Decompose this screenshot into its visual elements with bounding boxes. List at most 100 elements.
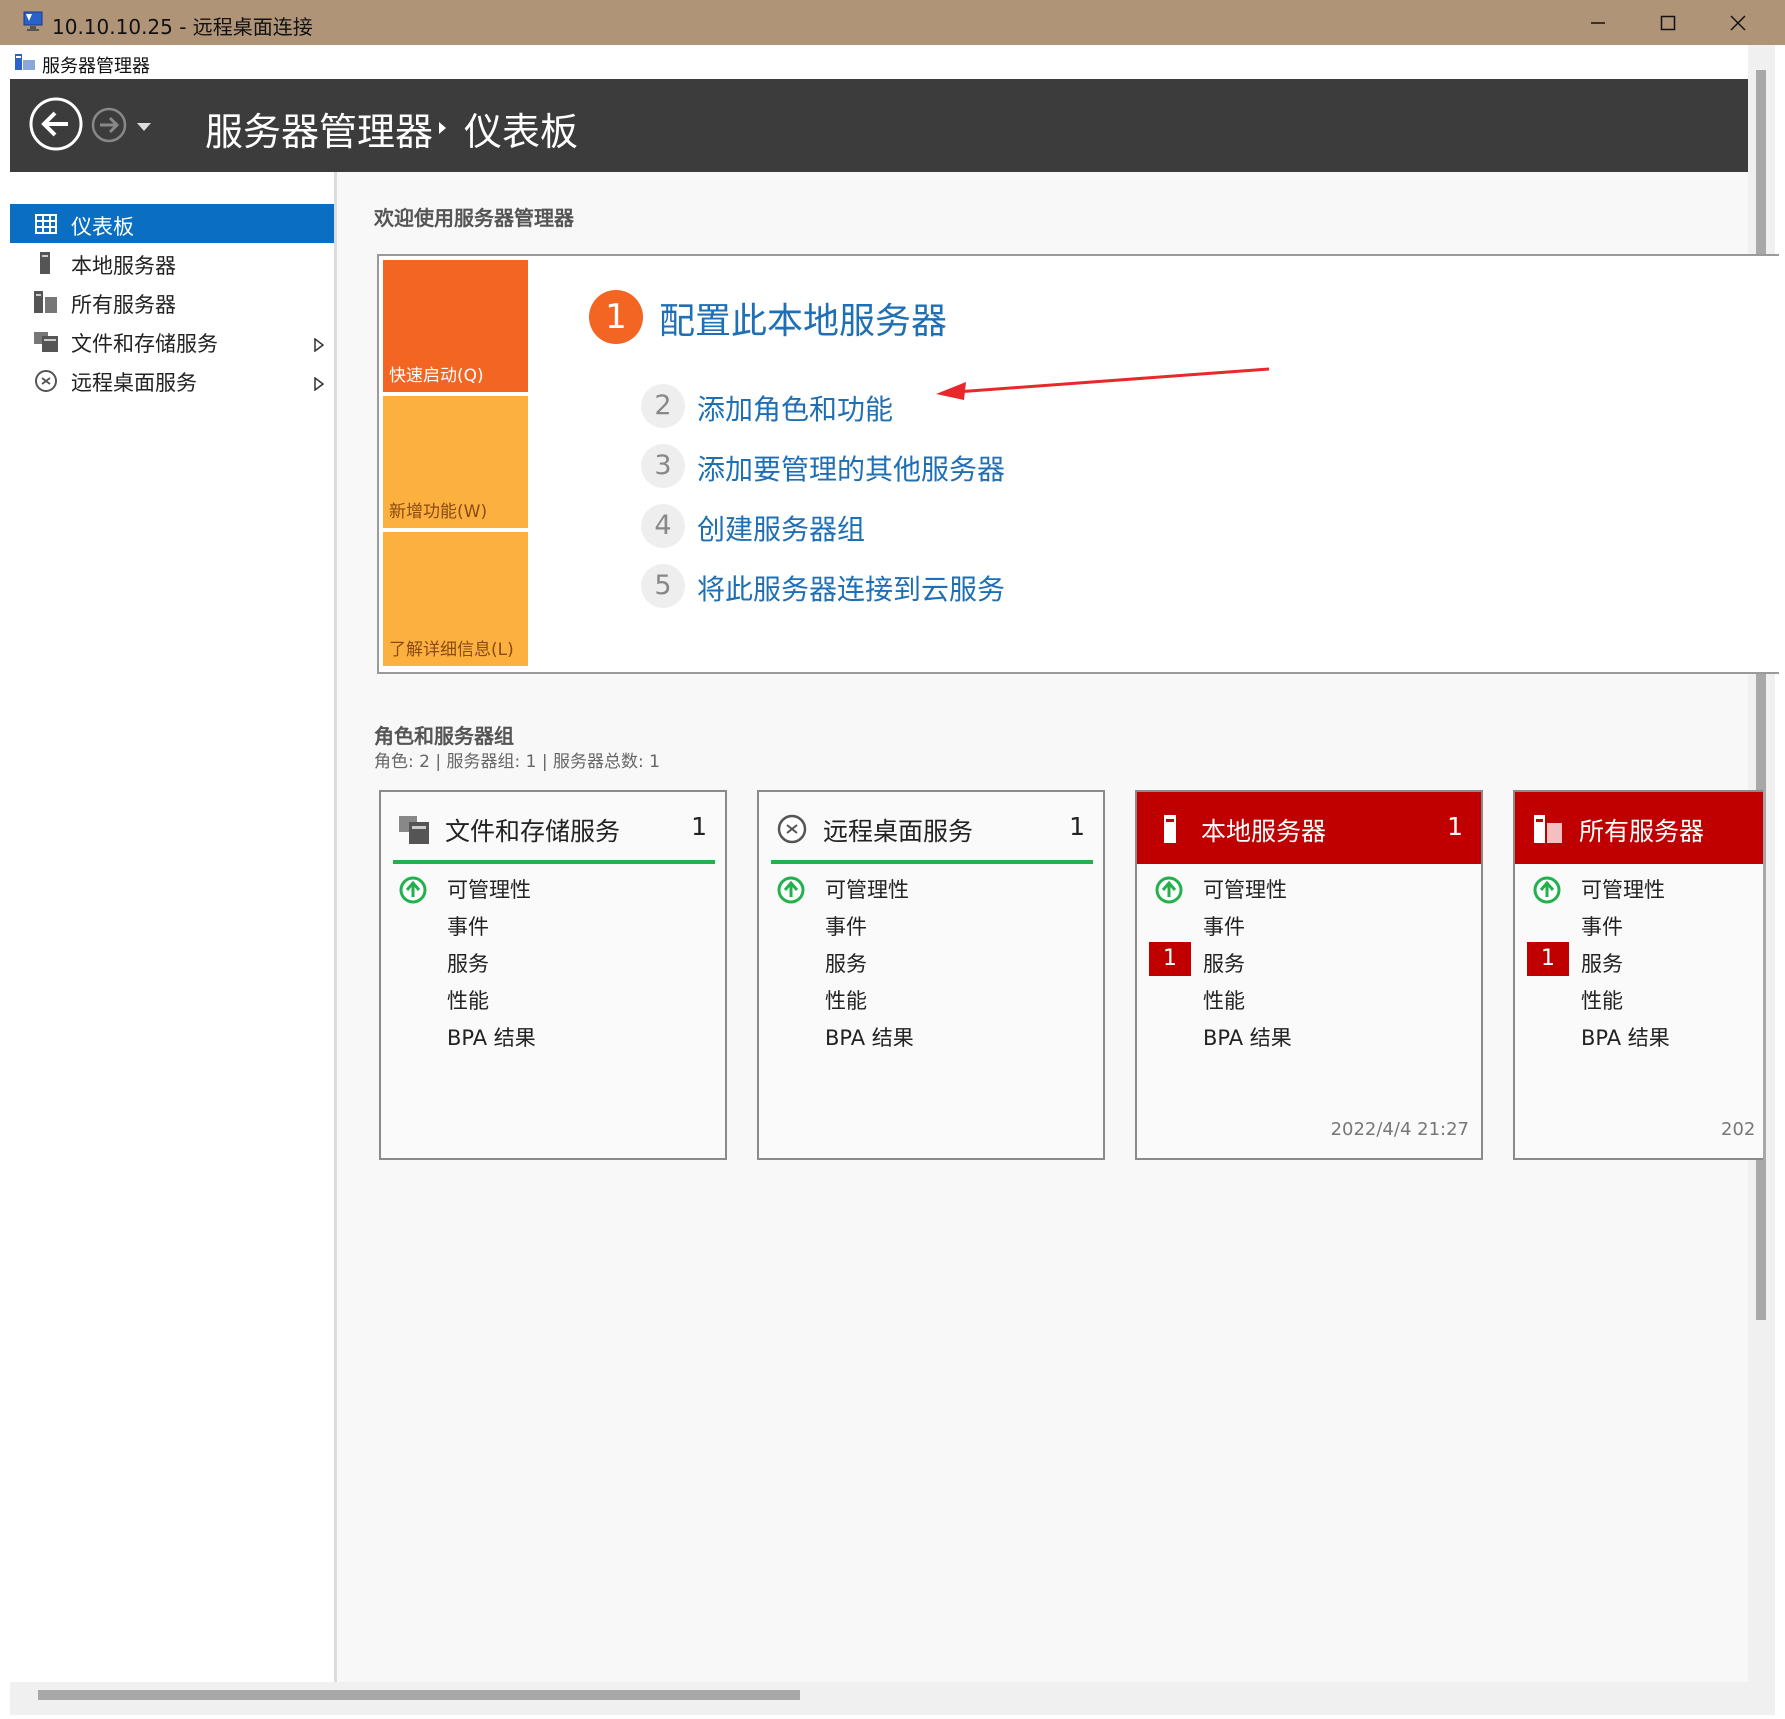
- card-row-events[interactable]: 事件: [759, 909, 1103, 943]
- status-up-icon: [1154, 875, 1184, 909]
- card-title: 所有服务器: [1579, 817, 1705, 846]
- status-up-icon: [398, 875, 428, 909]
- close-button[interactable]: [1703, 0, 1773, 45]
- connect-cloud-services-link[interactable]: 将此服务器连接到云服务: [697, 568, 1005, 608]
- row-label: 可管理性: [1581, 878, 1665, 902]
- server-manager-icon: [14, 51, 36, 77]
- card-header[interactable]: 本地服务器 1: [1137, 792, 1481, 864]
- card-header[interactable]: 所有服务器: [1515, 792, 1763, 864]
- row-label: 服务: [447, 952, 489, 976]
- step-number: 2: [641, 384, 685, 428]
- row-label: 性能: [1203, 989, 1245, 1013]
- card-row-bpa-results[interactable]: BPA 结果: [1137, 1020, 1481, 1054]
- card-row-services[interactable]: 服务: [759, 946, 1103, 980]
- row-label: BPA 结果: [1203, 1026, 1292, 1050]
- sidebar-item-local-server[interactable]: 本地服务器: [10, 243, 334, 282]
- tile-learn-more[interactable]: 了解详细信息(L): [383, 532, 528, 666]
- status-ok-bar: [771, 860, 1093, 864]
- file-storage-icon: [399, 814, 429, 848]
- row-label: 可管理性: [1203, 878, 1287, 902]
- quick-start-panel: 快速启动(Q) 新增功能(W) 了解详细信息(L) 1 配置此本地服务器 2 添…: [377, 254, 1779, 674]
- create-server-group-link[interactable]: 创建服务器组: [697, 508, 865, 548]
- row-label: 事件: [1203, 915, 1245, 939]
- remote-desktop-icon: [777, 814, 807, 848]
- card-row-performance[interactable]: 性能: [759, 983, 1103, 1017]
- card-row-events[interactable]: 事件: [1137, 909, 1481, 943]
- card-row-bpa-results[interactable]: BPA 结果: [759, 1020, 1103, 1054]
- breadcrumb-separator-icon: [438, 120, 448, 139]
- role-card-local-server[interactable]: 本地服务器 1 可管理性 事件 1 服务 性能 BPA 结果 2022/4/4 …: [1135, 790, 1483, 1160]
- sidebar: 仪表板 本地服务器 所有服务器 文件和存储服务 远程桌面服务: [10, 172, 337, 1682]
- app-title: 服务器管理器: [42, 56, 150, 77]
- card-row-manageability[interactable]: 可管理性: [381, 872, 725, 906]
- status-up-icon: [776, 875, 806, 909]
- tile-whats-new[interactable]: 新增功能(W): [383, 396, 528, 528]
- add-roles-features-link[interactable]: 添加角色和功能: [697, 388, 893, 428]
- card-row-manageability[interactable]: 可管理性: [759, 872, 1103, 906]
- add-other-servers-link[interactable]: 添加要管理的其他服务器: [697, 448, 1005, 488]
- card-row-bpa-results[interactable]: BPA 结果: [381, 1020, 725, 1054]
- roles-section-title: 角色和服务器组: [374, 724, 514, 748]
- card-row-performance[interactable]: 性能: [1137, 983, 1481, 1017]
- step-1-number: 1: [589, 290, 643, 344]
- sidebar-item-all-servers[interactable]: 所有服务器: [10, 282, 334, 321]
- row-label: BPA 结果: [447, 1026, 536, 1050]
- card-row-events[interactable]: 事件: [381, 909, 725, 943]
- row-label: 性能: [447, 989, 489, 1013]
- card-row-performance[interactable]: 性能: [1515, 983, 1763, 1017]
- card-row-events[interactable]: 事件: [1515, 909, 1763, 943]
- card-timestamp: 2022/4/4 21:27: [1330, 1119, 1469, 1140]
- sidebar-item-remote-desktop[interactable]: 远程桌面服务: [10, 360, 334, 399]
- card-title: 远程桌面服务: [823, 817, 974, 846]
- forward-arrow-icon[interactable]: [90, 106, 128, 148]
- card-header[interactable]: 文件和存储服务 1: [381, 792, 725, 864]
- sidebar-item-dashboard[interactable]: 仪表板: [10, 204, 334, 243]
- sidebar-item-label: 远程桌面服务: [71, 371, 197, 395]
- main-content: 欢迎使用服务器管理器 快速启动(Q) 新增功能(W) 了解详细信息(L) 1 配…: [337, 172, 1779, 1682]
- rdp-titlebar: 10.10.10.25 - 远程桌面连接: [0, 0, 1785, 45]
- step-number: 4: [641, 504, 685, 548]
- row-label: 服务: [1203, 952, 1245, 976]
- row-label: 事件: [825, 915, 867, 939]
- card-header[interactable]: 远程桌面服务 1: [759, 792, 1103, 864]
- horizontal-scroll-thumb[interactable]: [38, 1690, 800, 1700]
- history-dropdown-icon[interactable]: [136, 117, 152, 136]
- row-label: 服务: [1581, 952, 1623, 976]
- row-label: 服务: [825, 952, 867, 976]
- file-storage-icon: [34, 330, 58, 352]
- alert-count-badge[interactable]: 1: [1527, 942, 1569, 976]
- alert-count-badge[interactable]: 1: [1149, 942, 1191, 976]
- role-card-remote-desktop[interactable]: 远程桌面服务 1 可管理性 事件 服务 性能 BPA 结果: [757, 790, 1105, 1160]
- tile-label: 了解详细信息(L): [389, 640, 514, 660]
- card-row-manageability[interactable]: 可管理性: [1515, 872, 1763, 906]
- card-row-performance[interactable]: 性能: [381, 983, 725, 1017]
- expand-arrow-icon[interactable]: [314, 333, 325, 357]
- card-row-bpa-results[interactable]: BPA 结果: [1515, 1020, 1763, 1054]
- card-count: 1: [1069, 812, 1085, 841]
- maximize-button[interactable]: [1633, 0, 1703, 45]
- sidebar-item-label: 文件和存储服务: [71, 332, 218, 356]
- sidebar-item-file-storage[interactable]: 文件和存储服务: [10, 321, 334, 360]
- status-up-icon: [1532, 875, 1562, 909]
- card-row-services[interactable]: 1 服务: [1137, 942, 1481, 980]
- back-arrow-icon[interactable]: [28, 96, 84, 156]
- role-card-all-servers[interactable]: 所有服务器 可管理性 事件 1 服务 性能 BPA 结果 202: [1513, 790, 1763, 1160]
- step-1-configure-local-server-link[interactable]: 配置此本地服务器: [659, 292, 947, 344]
- row-label: 性能: [825, 989, 867, 1013]
- app-titlebar: 服务器管理器: [10, 45, 1775, 79]
- minimize-button[interactable]: [1563, 0, 1633, 45]
- card-count: 1: [691, 812, 707, 841]
- tile-label: 新增功能(W): [389, 502, 488, 522]
- card-row-services[interactable]: 1 服务: [1515, 942, 1763, 980]
- role-card-file-storage[interactable]: 文件和存储服务 1 可管理性 事件 服务 性能 BPA 结果: [379, 790, 727, 1160]
- expand-arrow-icon[interactable]: [314, 372, 325, 396]
- row-label: 可管理性: [825, 878, 909, 902]
- horizontal-scrollbar[interactable]: [10, 1682, 1748, 1715]
- tile-label: 快速启动(Q): [389, 366, 484, 386]
- row-label: BPA 结果: [825, 1026, 914, 1050]
- card-timestamp: 202: [1721, 1119, 1756, 1140]
- card-row-manageability[interactable]: 可管理性: [1137, 872, 1481, 906]
- card-row-services[interactable]: 服务: [381, 946, 725, 980]
- servers-icon: [1533, 814, 1563, 848]
- tile-quick-start[interactable]: 快速启动(Q): [383, 260, 528, 392]
